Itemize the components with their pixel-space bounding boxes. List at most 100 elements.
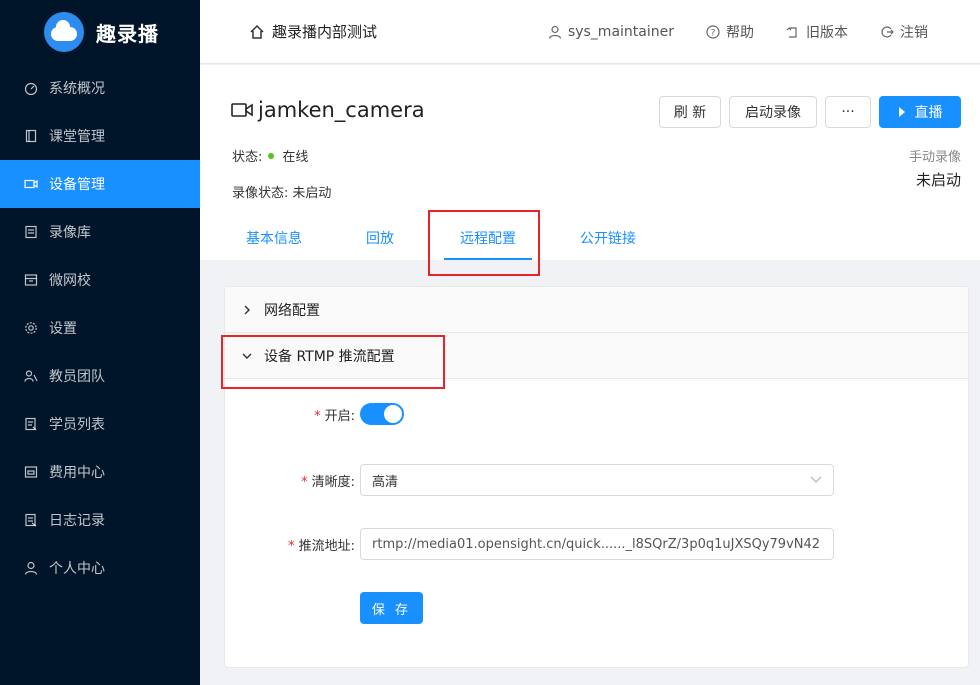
record-status-row: 录像状态: 未启动 <box>232 182 331 201</box>
old-version-label: 旧版本 <box>806 24 848 41</box>
push-url-label: * 推流地址: <box>288 538 355 554</box>
record-status-label: 录像状态: <box>232 186 289 201</box>
sidebar-item-5[interactable]: 微网校 <box>0 256 200 304</box>
app-name: 趣录播 <box>96 21 159 46</box>
gear-icon <box>24 321 38 335</box>
chevron-down-icon <box>810 476 822 483</box>
sidebar-item-2[interactable]: 课堂管理 <box>0 112 200 160</box>
save-button[interactable]: 保 存 <box>360 592 423 624</box>
sidebar-item-label: 费用中心 <box>49 465 105 481</box>
top-header: 趣录播内部测试 sys_maintainer ? 帮助 旧版本 注销 <box>200 0 980 64</box>
sidebar-item-11[interactable]: 个人中心 <box>0 544 200 592</box>
enable-row: * 开启: <box>225 403 404 425</box>
logout-icon <box>881 25 894 38</box>
network-config-title: 网络配置 <box>264 302 320 319</box>
book-icon <box>24 129 38 143</box>
manual-record-value: 未启动 <box>915 171 961 189</box>
logout-link[interactable]: 注销 <box>880 22 928 42</box>
user-menu[interactable]: sys_maintainer <box>548 24 674 40</box>
camera-icon <box>24 177 38 191</box>
school-icon <box>24 273 38 287</box>
sidebar: 趣录播 系统概况课堂管理设备管理录像库微网校设置教员团队学员列表费用中心日志记录… <box>0 0 200 685</box>
tab-playback[interactable]: 回放 <box>352 216 408 260</box>
sidebar-item-4[interactable]: 录像库 <box>0 208 200 256</box>
user-icon <box>548 25 562 39</box>
device-actions: 刷 新 启动录像 ··· 直播 <box>651 96 961 128</box>
tab-remote-config[interactable]: 远程配置 <box>444 216 532 260</box>
return-icon <box>786 26 797 38</box>
enable-switch[interactable] <box>360 403 404 425</box>
help-icon: ? <box>706 24 720 39</box>
status-label: 状态: <box>232 150 263 165</box>
sidebar-item-7[interactable]: 教员团队 <box>0 352 200 400</box>
quality-row: * 清晰度: 高清 <box>225 464 834 496</box>
user-icon <box>24 561 38 575</box>
home-icon <box>250 24 264 39</box>
tab-basic-info[interactable]: 基本信息 <box>232 216 316 260</box>
sidebar-menu: 系统概况课堂管理设备管理录像库微网校设置教员团队学员列表费用中心日志记录个人中心 <box>0 64 200 592</box>
help-link[interactable]: ? 帮助 <box>706 22 754 42</box>
start-record-button[interactable]: 启动录像 <box>729 96 817 128</box>
status-row: 状态: 在线 <box>232 146 308 165</box>
svg-text:?: ? <box>711 28 716 38</box>
log-icon <box>24 513 38 527</box>
cloud-logo-icon <box>44 12 84 52</box>
push-url-row: * 推流地址: <box>225 528 834 560</box>
sidebar-item-1[interactable]: 系统概况 <box>0 64 200 112</box>
sidebar-item-label: 设置 <box>49 321 77 337</box>
library-icon <box>24 225 38 239</box>
rtmp-config-header[interactable]: 设备 RTMP 推流配置 <box>225 333 968 379</box>
device-page-header: jamken_camera 刷 新 启动录像 ··· 直播 状态: 在线 录像状… <box>200 65 980 260</box>
quality-value: 高清 <box>372 474 399 490</box>
enable-label: * 开启: <box>314 408 355 424</box>
sidebar-item-6[interactable]: 设置 <box>0 304 200 352</box>
config-collapse: 网络配置 设备 RTMP 推流配置 *开启: *清晰度: 高清 *推流地址: 保… <box>224 286 969 668</box>
quality-select[interactable]: 高清 <box>360 464 834 496</box>
more-button[interactable]: ··· <box>825 96 871 128</box>
rtmp-config-title: 设备 RTMP 推流配置 <box>264 348 395 365</box>
chevron-down-icon <box>242 353 252 359</box>
old-version-link[interactable]: 旧版本 <box>786 22 848 42</box>
sidebar-item-label: 个人中心 <box>49 561 105 577</box>
org-title[interactable]: 趣录播内部测试 <box>249 21 377 42</box>
network-config-header[interactable]: 网络配置 <box>225 287 968 333</box>
sidebar-item-label: 教员团队 <box>49 369 105 385</box>
sidebar-item-10[interactable]: 日志记录 <box>0 496 200 544</box>
online-dot-icon <box>268 152 275 159</box>
device-title: jamken_camera <box>231 98 425 122</box>
manual-record-label: 手动录像 <box>908 150 961 165</box>
sidebar-item-3[interactable]: 设备管理 <box>0 160 200 208</box>
device-name: jamken_camera <box>258 98 425 122</box>
play-icon <box>898 107 905 117</box>
sidebar-item-8[interactable]: 学员列表 <box>0 400 200 448</box>
live-button[interactable]: 直播 <box>879 96 961 128</box>
status-value: 在线 <box>282 150 309 165</box>
chevron-right-icon <box>244 305 250 314</box>
refresh-button[interactable]: 刷 新 <box>659 96 721 128</box>
team-icon <box>24 369 38 383</box>
push-url-input[interactable] <box>360 528 834 560</box>
camera-icon <box>231 103 253 117</box>
sidebar-item-label: 录像库 <box>49 225 91 241</box>
list-icon <box>24 417 38 431</box>
org-title-text: 趣录播内部测试 <box>272 23 378 41</box>
record-status-value: 未启动 <box>292 186 332 201</box>
device-tabs: 基本信息 回放 远程配置 公开链接 <box>224 216 644 260</box>
logo[interactable]: 趣录播 <box>0 0 200 64</box>
dashboard-icon <box>24 81 38 95</box>
sidebar-item-label: 系统概况 <box>49 81 105 97</box>
sidebar-item-label: 学员列表 <box>49 417 105 433</box>
tab-public-link[interactable]: 公开链接 <box>572 216 644 260</box>
sidebar-item-label: 课堂管理 <box>49 129 105 145</box>
logout-label: 注销 <box>900 24 928 41</box>
billing-icon <box>24 465 38 479</box>
quality-label: * 清晰度: <box>301 474 355 490</box>
save-row: 保 存 <box>360 592 423 624</box>
help-label: 帮助 <box>726 24 754 41</box>
username: sys_maintainer <box>567 23 674 40</box>
sidebar-item-label: 微网校 <box>49 273 91 289</box>
sidebar-item-label: 日志记录 <box>49 513 105 529</box>
sidebar-item-label: 设备管理 <box>49 177 105 193</box>
live-button-label: 直播 <box>914 105 943 121</box>
sidebar-item-9[interactable]: 费用中心 <box>0 448 200 496</box>
